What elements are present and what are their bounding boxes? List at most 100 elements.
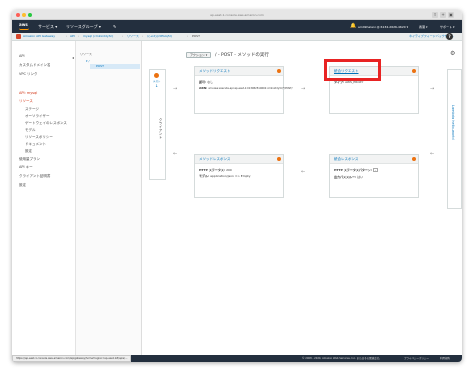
integration-response-link[interactable]: 統合レスポンス [334, 157, 358, 162]
account-menu[interactable]: amitkhalani @ 6134-2626-4620 ▾ [358, 25, 408, 29]
sidebar-item-usage-plans[interactable]: 使用量プラン [19, 157, 40, 162]
status-dot-icon [412, 157, 416, 161]
http-status-value: 200 [226, 168, 232, 172]
browser-chrome: ap-east-1.console.aws.amazon.com ⇪ + ▣ [12, 10, 462, 20]
lambda-function-link[interactable]: Lambda hello-world [451, 105, 455, 140]
breadcrumb-item-resource[interactable]: /{+id}(r0fbzq5l) [147, 34, 172, 39]
method-request-card: メソッドリクエスト 認可: なし ARN: arn:aws:execute-ap… [194, 66, 293, 114]
new-tab-icon[interactable]: + [440, 12, 446, 18]
highlight-box [324, 59, 381, 81]
auth-value: なし [207, 80, 214, 84]
status-pattern-stepper[interactable]: - [372, 168, 378, 172]
breadcrumb-item-resources[interactable]: リソース [127, 34, 139, 39]
client-label: クライアント [159, 118, 163, 139]
breadcrumb-item-method: POST [192, 34, 200, 38]
http-status-label: HTTP ステータス: [199, 168, 226, 172]
sidebar-item-settings[interactable]: 設定 [19, 183, 26, 188]
sidebar-item-api-keys[interactable]: API キー [19, 165, 33, 170]
status-dot-icon [277, 157, 281, 161]
sidebar-item-resources[interactable]: リソース [19, 99, 33, 104]
breadcrumb-item-api-name[interactable]: mysql (cmkxiddy3c) [83, 34, 113, 39]
breadcrumb-separator: › [142, 34, 144, 38]
gear-icon[interactable]: ⚙ [450, 50, 455, 57]
sidebar-item-models[interactable]: モデル [25, 128, 36, 133]
arrow-left-icon: ← [173, 151, 178, 157]
breadcrumb-item-api[interactable]: API [70, 34, 75, 39]
sidebar-item-documentation[interactable]: ドキュメント [25, 142, 46, 147]
resource-tree-label: リソース [80, 52, 92, 56]
aws-logo-smile [19, 28, 29, 30]
region-menu[interactable]: 香港 ▾ [419, 25, 427, 29]
sidebar-item-authorizers[interactable]: オーソライザー [25, 114, 50, 119]
auth-label: 認可: [199, 80, 207, 84]
arn-label: ARN: [199, 86, 208, 90]
footer: https://ap-east-1.console.aws.amazon.com… [12, 355, 462, 362]
resource-tree: リソース ▾ / POST [76, 41, 142, 355]
sidebar: ◂ API カスタムドメイン名 VPC リンク API: mysql リソース … [12, 41, 76, 355]
actions-button[interactable]: アクション ▾ [186, 52, 212, 58]
sidebar-item-api-settings[interactable]: 設定 [25, 149, 32, 154]
resource-groups-menu[interactable]: リソースグループ ▾ [66, 24, 101, 30]
main-panel: アクション ▾ / - POST - メソッドの実行 ⚙ テスト ↓ クライアン… [142, 41, 462, 355]
arn-value: arn:aws:execute-api:ap-east-1:0130825106… [208, 87, 293, 90]
status-dot-icon [412, 69, 416, 73]
breadcrumb-separator: › [78, 34, 80, 38]
method-response-card: メソッドレスポンス HTTP ステータス: 200 モデル: applicati… [194, 154, 284, 198]
share-icon[interactable]: ⇪ [432, 12, 438, 18]
pin-icon[interactable]: ✎ [113, 24, 116, 29]
model-value: application/json => Empty [210, 174, 251, 178]
support-menu[interactable]: サポート ▾ [440, 25, 454, 29]
breadcrumb-item-api-gateway[interactable]: Amazon API Gateway [23, 34, 55, 39]
breadcrumb-separator: › [187, 34, 189, 38]
terms-link[interactable]: 利用規約 [440, 356, 450, 361]
copyright-text: © 2008 - 2020, Amazon Web Services, Inc.… [302, 357, 382, 360]
status-dot-icon [277, 69, 281, 73]
method-response-header: メソッドレスポンス [195, 155, 283, 164]
sidebar-item-client-certificates[interactable]: クライアント証明書 [19, 174, 50, 179]
minimize-window-button[interactable] [22, 13, 26, 17]
passthrough-value: はい [357, 175, 364, 179]
arrow-down-icon: ↓ [155, 83, 159, 88]
integration-response-header: 統合レスポンス [330, 155, 418, 164]
close-window-button[interactable] [16, 13, 20, 17]
page-title: / - POST - メソッドの実行 [215, 53, 269, 58]
aws-navbar: aws サービス ▾ リソースグループ ▾ ✎ 🔔 amitkhalani @ … [12, 20, 462, 33]
arrow-right-icon: → [430, 86, 435, 92]
maximize-window-button[interactable] [28, 13, 32, 17]
method-request-header: メソッドリクエスト [195, 67, 283, 76]
integration-response-card: 統合レスポンス HTTP ステータスパターン: - 出力パススルー: はい [329, 154, 419, 198]
help-icon[interactable]: ? [446, 33, 453, 40]
collapse-sidebar-icon[interactable]: ◂ [72, 55, 74, 60]
tree-item-root[interactable]: ▾ / [86, 59, 89, 63]
status-url: https://ap-east-1.console.aws.amazon.com… [12, 355, 132, 362]
address-bar[interactable]: ap-east-1.console.aws.amazon.com [187, 12, 287, 18]
breadcrumb-separator: › [122, 34, 124, 38]
services-menu[interactable]: サービス ▾ [38, 24, 57, 30]
breadcrumb-separator: › [66, 34, 68, 38]
sidebar-item-api-name[interactable]: API: mysql [19, 91, 37, 95]
passthrough-label: 出力パススルー: [334, 175, 357, 179]
privacy-link[interactable]: プライバシーポリシー [404, 356, 429, 361]
model-label: モデル: [199, 174, 210, 178]
client-column: テスト ↓ クライアント [149, 69, 166, 180]
breadcrumb: Amazon API Gateway › API › mysql (cmkxid… [12, 33, 462, 41]
bell-icon[interactable]: 🔔 [350, 23, 356, 29]
aws-logo[interactable]: aws [19, 22, 28, 27]
method-request-link[interactable]: メソッドリクエスト [199, 69, 231, 74]
lightning-icon[interactable] [154, 73, 159, 78]
arrow-left-icon: ← [301, 169, 306, 175]
sidebar-item-apis[interactable]: API [19, 54, 25, 58]
tabs-overview-icon[interactable]: ▣ [448, 12, 454, 18]
browser-window: ap-east-1.console.aws.amazon.com ⇪ + ▣ a… [12, 10, 462, 362]
api-gateway-icon [16, 34, 21, 39]
sidebar-item-resource-policy[interactable]: リソースポリシー [25, 135, 53, 140]
sidebar-item-stages[interactable]: ステージ [25, 107, 39, 112]
backend-column: Lambda hello-world [447, 69, 462, 209]
arrow-left-icon: ← [430, 151, 435, 157]
sidebar-item-custom-domains[interactable]: カスタムドメイン名 [19, 63, 51, 68]
method-response-link[interactable]: メソッドレスポンス [199, 157, 230, 162]
status-pattern-label: HTTP ステータスパターン: [334, 168, 372, 172]
sidebar-item-gateway-responses[interactable]: ゲートウェイのレスポンス [25, 121, 67, 126]
sidebar-item-vpc-links[interactable]: VPC リンク [19, 72, 38, 77]
tree-item-post[interactable]: POST [90, 64, 140, 69]
